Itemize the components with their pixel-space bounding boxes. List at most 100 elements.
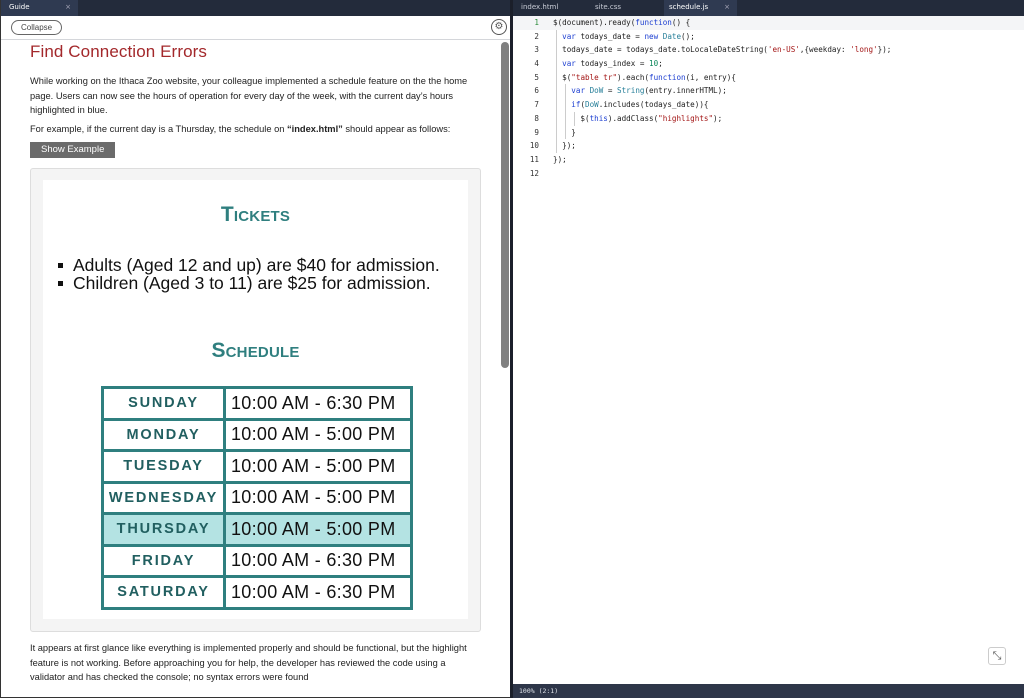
tab-label: site.css xyxy=(595,3,622,11)
indent-guide xyxy=(556,70,557,85)
app-root: Guide × Collapse ⚙ Find Connection Error… xyxy=(0,0,1024,698)
indent-guide xyxy=(556,139,557,153)
schedule-day: SUNDAY xyxy=(101,386,226,421)
line-number: 3 xyxy=(534,45,539,55)
example-paragraph: For example, if the current day is a Thu… xyxy=(30,122,481,137)
code-text: }); xyxy=(553,154,567,164)
indent-guide xyxy=(556,125,557,140)
indent-guide xyxy=(556,57,557,71)
tab-schedule-js[interactable]: schedule.js × xyxy=(664,0,737,16)
indent-guide xyxy=(574,111,576,126)
schedule-hours: 10:00 AM - 5:00 PM xyxy=(223,512,413,547)
indent-guide xyxy=(565,84,567,99)
code-text: var todays_index = 10; xyxy=(562,59,663,69)
schedule-day: SATURDAY xyxy=(101,575,226,610)
schedule-day: WEDNESDAY xyxy=(101,480,226,515)
code-line[interactable]: 12 xyxy=(513,167,1024,181)
code-line[interactable]: 9 } xyxy=(513,125,1024,140)
tab-guide[interactable]: Guide × xyxy=(1,0,78,16)
schedule-hours: 10:00 AM - 5:00 PM xyxy=(223,480,413,515)
ticket-item: Adults (Aged 12 and up) are $40 for admi… xyxy=(58,256,468,274)
schedule-hours: 10:00 AM - 5:00 PM xyxy=(223,417,413,452)
line-number: 1 xyxy=(534,18,539,27)
code-text: var DoW = String(entry.innerHTML); xyxy=(571,86,727,96)
code-lines: 1 $(document).ready(function() { 2 var tod… xyxy=(513,16,1024,180)
editor-tabbar: index.html site.css schedule.js × xyxy=(513,0,1024,16)
code-text: var todays_date = new Date(); xyxy=(562,31,695,41)
guide-tabbar: Guide × xyxy=(1,0,510,16)
indent-guide xyxy=(556,111,557,126)
schedule-hours: 10:00 AM - 6:30 PM xyxy=(223,575,413,610)
tab-guide-label: Guide xyxy=(9,3,30,11)
code-area[interactable]: 1 $(document).ready(function() { 2 var tod… xyxy=(513,16,1024,684)
schedule-row: FRIDAY 10:00 AM - 6:30 PM xyxy=(101,543,413,578)
close-icon[interactable]: × xyxy=(724,3,730,11)
example-suffix: should appear as follows: xyxy=(342,123,451,134)
schedule-hours: 10:00 AM - 6:30 PM xyxy=(223,543,413,578)
schedule-row: THURSDAY 10:00 AM - 5:00 PM xyxy=(101,512,413,547)
code-line[interactable]: 6 var DoW = String(entry.innerHTML); xyxy=(513,84,1024,99)
indent-guide xyxy=(565,98,567,112)
schedule-hours: 10:00 AM - 5:00 PM xyxy=(223,449,413,484)
indent-guide xyxy=(565,111,567,126)
indent-guide xyxy=(565,125,567,140)
code-line[interactable]: 2 var todays_date = new Date(); xyxy=(513,29,1024,44)
schedule-row: WEDNESDAY 10:00 AM - 5:00 PM xyxy=(101,480,413,515)
line-number: 6 xyxy=(534,86,539,96)
line-number: 12 xyxy=(529,168,539,178)
schedule-day: FRIDAY xyxy=(101,543,226,578)
code-line[interactable]: 1 $(document).ready(function() { xyxy=(513,16,1024,30)
collapse-button[interactable]: Collapse xyxy=(11,20,63,35)
guide-content: Find Connection Errors While working on … xyxy=(1,42,511,685)
code-editor-panel: index.html site.css schedule.js × 1 $(docu… xyxy=(513,0,1024,698)
tab-index-html[interactable]: index.html xyxy=(513,0,589,16)
code-line[interactable]: 5 $("table tr").each(function(i, entry){ xyxy=(513,70,1024,85)
code-line[interactable]: 8 $(this).addClass("highlights"); xyxy=(513,111,1024,126)
code-line[interactable]: 11}); xyxy=(513,153,1024,167)
code-text: todays_date = todays_date.toLocaleDateSt… xyxy=(553,45,892,55)
line-number: 9 xyxy=(534,127,539,137)
schedule-day: THURSDAY xyxy=(101,512,226,547)
line-number: 10 xyxy=(529,141,539,151)
code-text: $(this).addClass("highlights"); xyxy=(553,113,723,123)
line-number: 7 xyxy=(534,100,539,110)
show-example-button[interactable]: Show Example xyxy=(30,142,116,158)
indent-guide xyxy=(556,43,557,58)
gear-icon[interactable]: ⚙ xyxy=(491,19,507,35)
code-line[interactable]: 7 if(DoW.includes(todays_date)){ xyxy=(513,98,1024,112)
code-line[interactable]: 3 todays_date = todays_date.toLocaleDate… xyxy=(513,43,1024,58)
schedule-row: SUNDAY 10:00 AM - 6:30 PM xyxy=(101,386,413,421)
guide-panel: Guide × Collapse ⚙ Find Connection Error… xyxy=(0,0,510,698)
code-text: if(DoW.includes(todays_date)){ xyxy=(571,100,709,110)
code-line[interactable]: 10 }); xyxy=(513,139,1024,153)
code-line[interactable]: 4 var todays_index = 10; xyxy=(513,57,1024,71)
guide-content-scroll: Find Connection Errors While working on … xyxy=(1,40,511,698)
schedule-table: SUNDAY 10:00 AM - 6:30 PM MONDAY 10:00 AM -… xyxy=(101,386,413,610)
tickets-heading: Tickets xyxy=(220,203,291,226)
schedule-row: MONDAY 10:00 AM - 5:00 PM xyxy=(101,417,413,452)
editor-statusbar: 100% (2:1) xyxy=(513,684,1024,698)
close-icon[interactable]: × xyxy=(65,3,71,11)
schedule-row: TUESDAY 10:00 AM - 5:00 PM xyxy=(101,449,413,484)
code-text: $(document).ready(function() { xyxy=(553,18,691,27)
line-number: 11 xyxy=(529,154,539,164)
example-preview: Tickets Adults (Aged 12 and up) are $40 … xyxy=(43,180,468,619)
guide-scrollbar[interactable] xyxy=(501,42,509,368)
tab-label: schedule.js xyxy=(669,3,709,11)
line-number: 2 xyxy=(534,31,539,41)
compress-icon[interactable]: ⤡ xyxy=(988,647,1006,665)
indent-guide xyxy=(556,84,557,99)
line-number: 8 xyxy=(534,113,539,123)
tickets-list: Adults (Aged 12 and up) are $40 for admi… xyxy=(43,256,468,292)
schedule-row: SATURDAY 10:00 AM - 6:30 PM xyxy=(101,575,413,610)
code-text: $("table tr").each(function(i, entry){ xyxy=(553,72,736,82)
line-number: 5 xyxy=(534,72,539,82)
page-title: Find Connection Errors xyxy=(30,42,207,61)
tab-label: index.html xyxy=(521,3,559,11)
example-box: Tickets Adults (Aged 12 and up) are $40 … xyxy=(30,168,481,632)
guide-toolbar: Collapse ⚙ xyxy=(1,16,510,40)
example-filename: “index.html” xyxy=(287,123,343,134)
tab-site-css[interactable]: site.css xyxy=(589,0,664,16)
bottom-paragraph: It appears at first glance like everythi… xyxy=(30,643,467,682)
intro-paragraph: While working on the Ithaca Zoo website,… xyxy=(30,76,468,115)
